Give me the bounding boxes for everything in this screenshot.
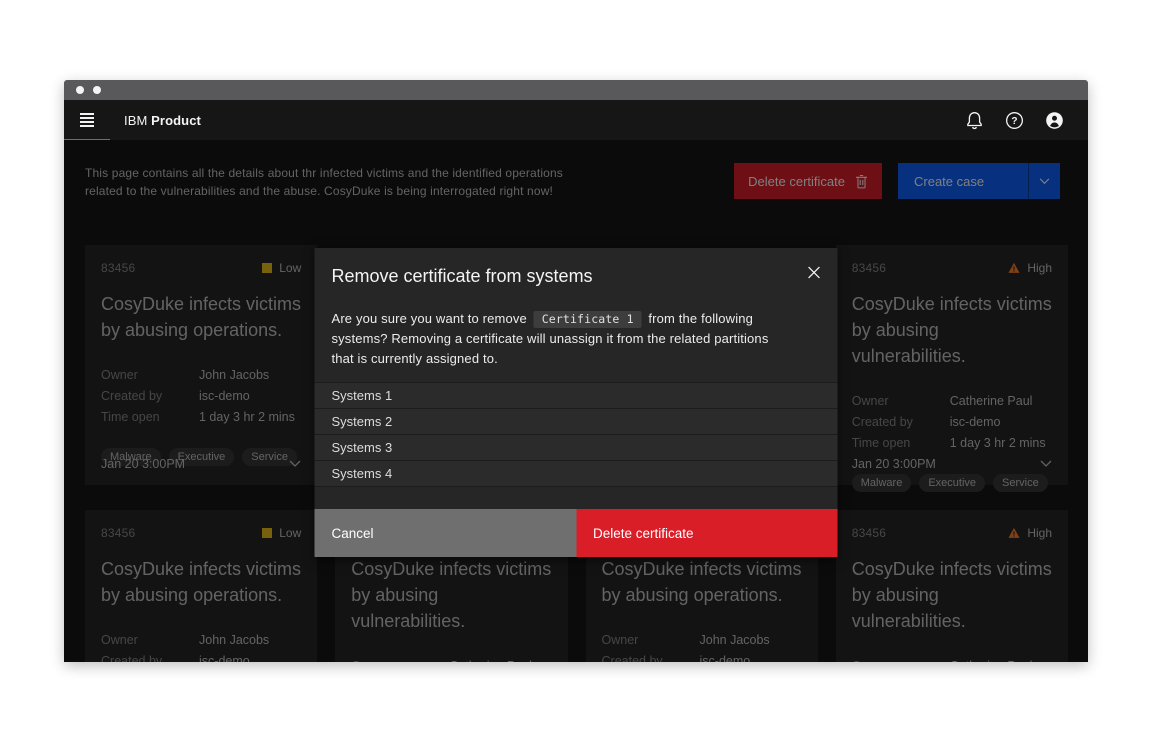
help-icon[interactable]: ? [994, 100, 1034, 140]
certificate-code-chip: Certificate 1 [534, 311, 642, 328]
window-chrome [64, 80, 1088, 100]
systems-list: Systems 1Systems 2Systems 3Systems 4 [315, 382, 838, 487]
confirm-delete-certificate-button[interactable]: Delete certificate [576, 509, 838, 557]
modal-footer: Cancel Delete certificate [315, 509, 838, 557]
close-icon[interactable] [795, 253, 833, 291]
cancel-button[interactable]: Cancel [315, 509, 577, 557]
system-row[interactable]: Systems 1 [315, 383, 838, 409]
brand-product: Product [151, 113, 201, 128]
brand-title: IBM Product [124, 113, 201, 128]
modal-body-text: Are you sure you want to remove Certific… [332, 309, 770, 369]
window-dot[interactable] [76, 86, 84, 94]
header-actions: ? [954, 100, 1088, 140]
user-avatar-icon[interactable] [1034, 100, 1074, 140]
top-header: IBM Product ? [64, 100, 1088, 140]
system-row[interactable]: Systems 2 [315, 409, 838, 435]
system-row[interactable]: Systems 4 [315, 461, 838, 487]
brand-prefix: IBM [124, 113, 147, 128]
app-frame: IBM Product ? This page contains all the… [64, 100, 1088, 662]
remove-certificate-modal: Remove certificate from systems Are you … [315, 248, 838, 557]
notifications-bell-icon[interactable] [954, 100, 994, 140]
menu-icon[interactable] [64, 100, 110, 140]
app-window: IBM Product ? This page contains all the… [64, 80, 1088, 662]
modal-body-before: Are you sure you want to remove [332, 311, 527, 326]
modal-title: Remove certificate from systems [315, 248, 838, 287]
svg-text:?: ? [1011, 116, 1017, 127]
system-row[interactable]: Systems 3 [315, 435, 838, 461]
window-dot[interactable] [93, 86, 101, 94]
